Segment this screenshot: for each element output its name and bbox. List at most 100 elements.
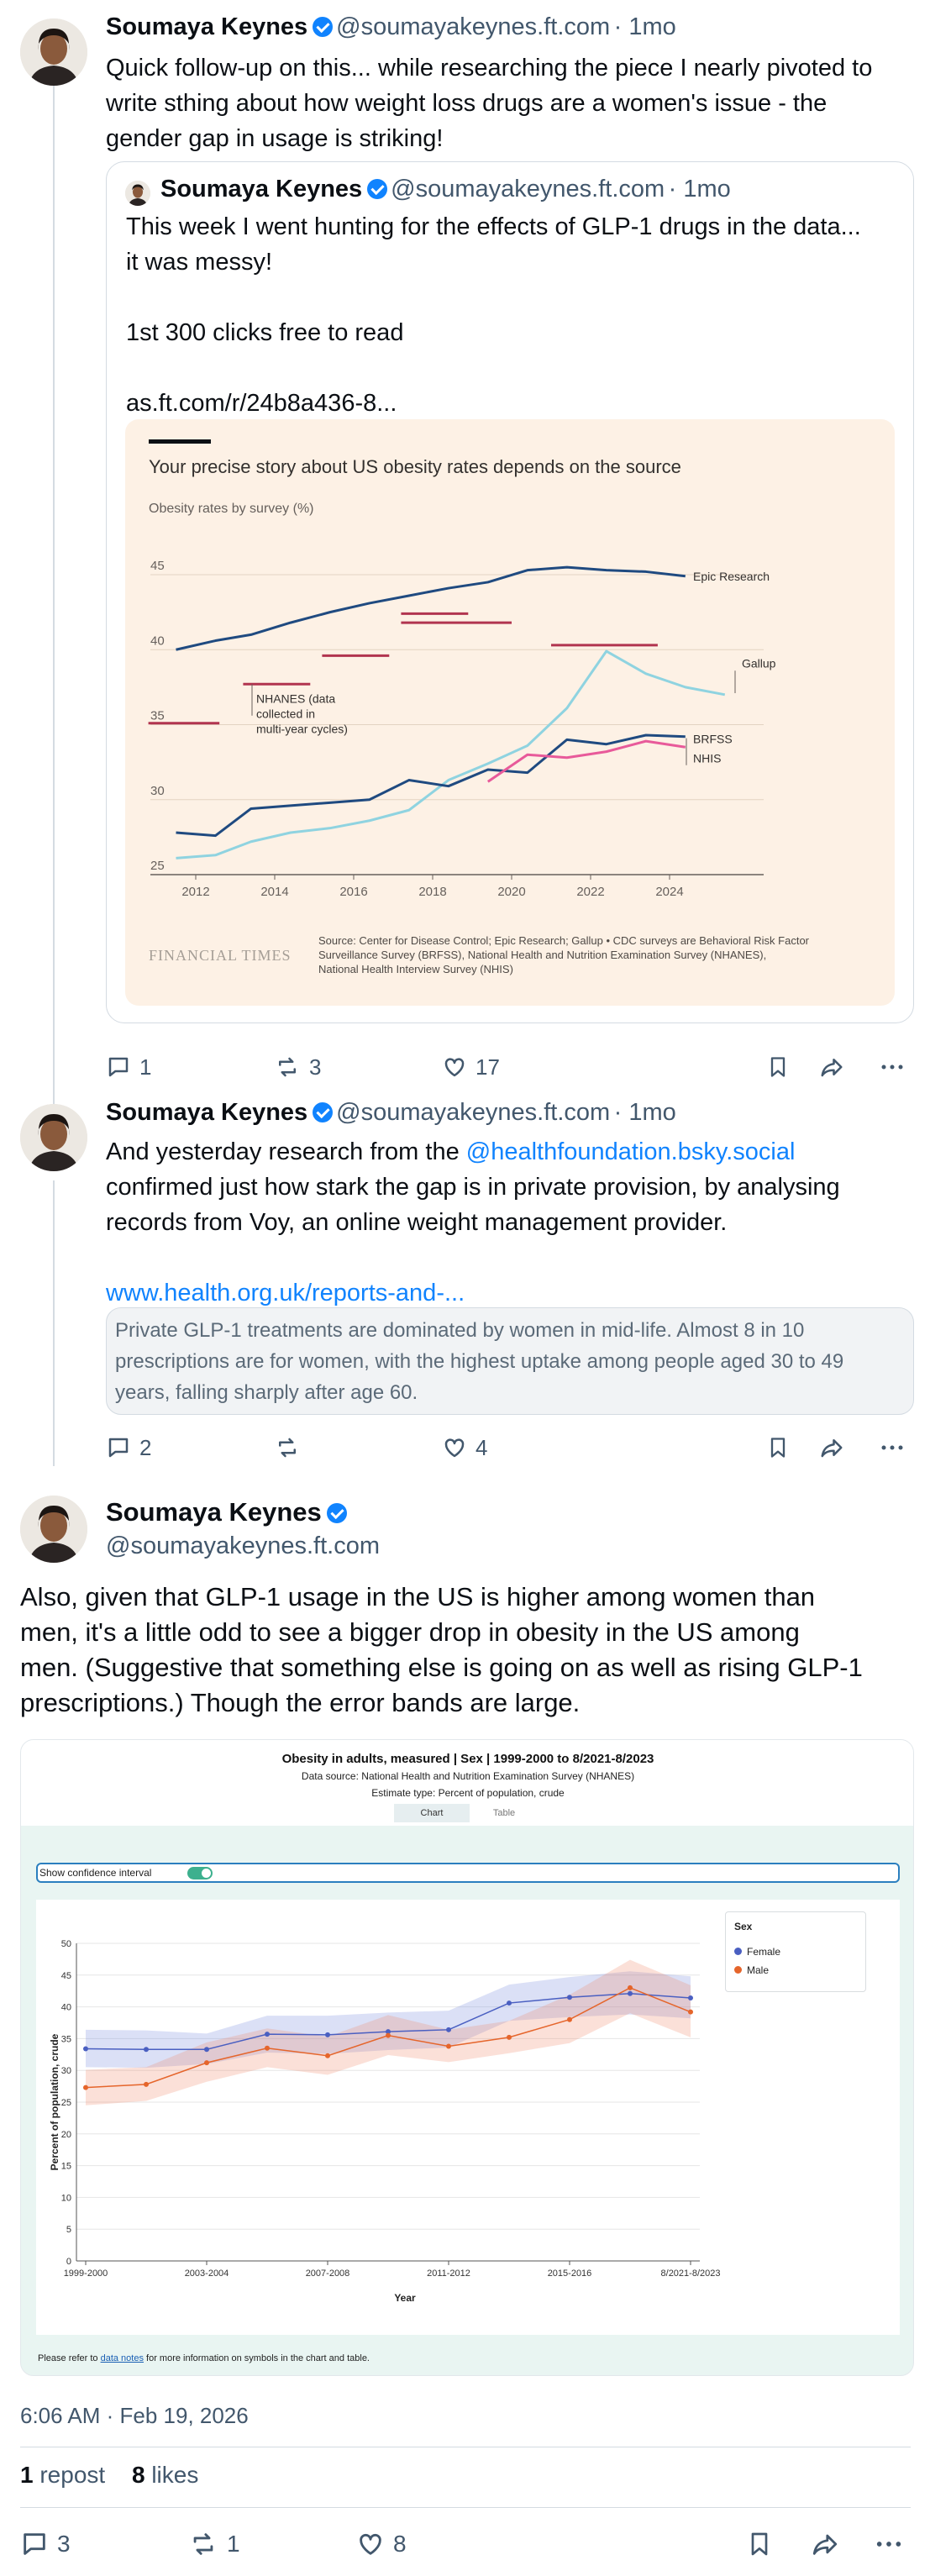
nh-point-female (265, 2032, 270, 2037)
reply-icon (24, 2533, 45, 2555)
bookmark-button[interactable] (766, 1435, 790, 1460)
author-name[interactable]: Soumaya Keynes (106, 1099, 307, 1126)
more-options-button[interactable] (874, 2530, 904, 2558)
repost-button[interactable] (274, 1435, 309, 1460)
author-handle[interactable]: @soumayakeynes.ft.com (336, 1099, 610, 1126)
ft-x-tick-label: 2012 (181, 885, 209, 899)
ft-y-tick-label: 45 (150, 559, 165, 573)
more-options-button[interactable] (879, 1435, 906, 1460)
legend-title: Sex (734, 1921, 753, 1932)
like-button[interactable]: 17 (442, 1054, 500, 1080)
legend-box: Sex Female Male (725, 1911, 866, 1992)
repost-button[interactable]: 3 (274, 1054, 321, 1080)
reply-icon (108, 1438, 129, 1458)
repost-icon (279, 1057, 296, 1077)
nh-point-male (567, 2016, 572, 2022)
bookmark-button[interactable] (766, 1054, 790, 1080)
quoted-header: Soumaya Keynes @soumayakeynes.ft.com · 1m… (160, 176, 731, 203)
ft-x-tick-label: 2020 (497, 885, 525, 899)
repost-stat[interactable]: 1 repost (20, 2462, 105, 2488)
nh-y-tick-label: 5 (66, 2225, 71, 2235)
legend-item-male[interactable]: Male (734, 1964, 769, 1976)
reply-button[interactable]: 1 (106, 1054, 151, 1080)
repost-button[interactable]: 1 (188, 2530, 240, 2558)
nh-y-tick-label: 40 (61, 2003, 71, 2013)
avatar[interactable] (20, 1104, 87, 1171)
post-text: Also, given that GLP-1 usage in the US i… (20, 1582, 863, 1717)
nh-point-female (688, 1995, 693, 2001)
ft-label-nhis: NHIS (693, 752, 721, 765)
nh-point-female (507, 2000, 512, 2006)
nh-point-female (628, 1990, 633, 1996)
link-quote-box[interactable]: Private GLP-1 treatments are dominated b… (106, 1307, 914, 1415)
nh-point-female (204, 2047, 209, 2053)
nh-y-tick-label: 30 (61, 2066, 71, 2076)
nhanes-chart-image[interactable]: Obesity in adults, measured | Sex | 1999… (20, 1739, 914, 2376)
nh-y-tick-label: 20 (61, 2130, 71, 2140)
ft-chart-image[interactable]: Your precise story about US obesity rate… (125, 419, 895, 1006)
avatar[interactable] (20, 18, 87, 86)
post-header: Soumaya Keynes @soumayakeynes.ft.com · 1m… (106, 13, 676, 41)
quoted-avatar (125, 181, 150, 206)
nh-point-male (144, 2081, 149, 2087)
ft-source-note: Source: Center for Disease Control; Epic… (318, 934, 809, 975)
like-button[interactable]: 8 (356, 2530, 407, 2558)
ft-y-tick-label: 40 (150, 633, 165, 648)
author-handle[interactable]: @soumayakeynes.ft.com (336, 13, 610, 40)
share-icon (812, 2534, 838, 2555)
ft-label-brfss: BRFSS (693, 732, 733, 745)
author-name[interactable]: Soumaya Keynes (106, 13, 307, 40)
nhanes-footer: Please refer to data notes for more info… (38, 2353, 370, 2363)
share-icon (821, 1059, 843, 1077)
quoted-author-name: Soumaya Keynes (160, 176, 363, 202)
divider (20, 2507, 911, 2508)
nh-point-male (446, 2043, 451, 2049)
bookmark-button[interactable] (746, 2530, 773, 2558)
more-options-button[interactable] (879, 1054, 906, 1080)
author-handle[interactable]: @soumayakeynes.ft.com (106, 1532, 380, 1560)
nh-x-tick-label: 1999-2000 (64, 2268, 108, 2279)
share-button[interactable] (810, 2530, 840, 2558)
share-button[interactable] (818, 1054, 845, 1080)
more-dots-icon (881, 1445, 903, 1450)
like-button[interactable]: 4 (442, 1435, 487, 1461)
reply-count: 1 (139, 1054, 152, 1080)
verified-badge-icon (367, 179, 388, 199)
ft-line-chart: 25 30 35 40 45 2012 2014 2016 2018 2020 2022 2024 Ep… (148, 559, 776, 899)
verified-badge-icon (313, 1102, 334, 1122)
ft-label-nhanes: multi-year cycles) (256, 723, 348, 736)
like-stat[interactable]: 8 likes (132, 2462, 198, 2488)
post-time[interactable]: · 1mo (614, 13, 676, 40)
thread-line (53, 1180, 55, 1466)
heart-icon (444, 1438, 465, 1458)
repost-icon (193, 2533, 213, 2555)
nh-point-male (688, 2009, 693, 2015)
post-header: Soumaya Keynes (106, 1497, 350, 1527)
like-count: 8 (393, 2531, 407, 2557)
reply-button[interactable]: 3 (20, 2530, 71, 2558)
post-timestamp[interactable]: 6:06 AM · Feb 19, 2026 (20, 2403, 249, 2429)
nh-x-tick-label: 2011-2012 (427, 2268, 470, 2279)
nh-point-female (446, 2027, 451, 2032)
legend-item-female[interactable]: Female (734, 1946, 780, 1958)
ft-x-tick-label: 2018 (418, 885, 446, 899)
ft-y-tick-label: 25 (150, 859, 165, 873)
external-link[interactable]: www.health.org.uk/reports-and-... (106, 1275, 912, 1311)
quoted-post-card[interactable]: Soumaya Keynes @soumayakeynes.ft.com · 1m… (106, 161, 914, 1023)
post-actions: 2 4 (106, 1431, 912, 1464)
nh-x-tick-label: 2015-2016 (548, 2268, 592, 2279)
nh-point-male (628, 1985, 633, 1990)
author-name[interactable]: Soumaya Keynes (106, 1497, 322, 1527)
reply-icon (108, 1057, 129, 1077)
data-notes-link[interactable]: data notes (101, 2353, 144, 2363)
nh-x-axis-label: Year (394, 2292, 416, 2304)
nh-y-tick-label: 25 (61, 2098, 71, 2108)
mention-link[interactable]: @healthfoundation.bsky.social (466, 1138, 796, 1165)
reply-button[interactable]: 2 (106, 1435, 151, 1461)
avatar[interactable] (20, 1496, 87, 1563)
share-button[interactable] (818, 1435, 845, 1460)
engagement-stats: 1 repost 8 likes (20, 2462, 198, 2489)
nh-x-tick-label: 2007-2008 (306, 2268, 350, 2279)
nh-point-male (204, 2060, 209, 2066)
post-time[interactable]: · 1mo (614, 1099, 676, 1126)
